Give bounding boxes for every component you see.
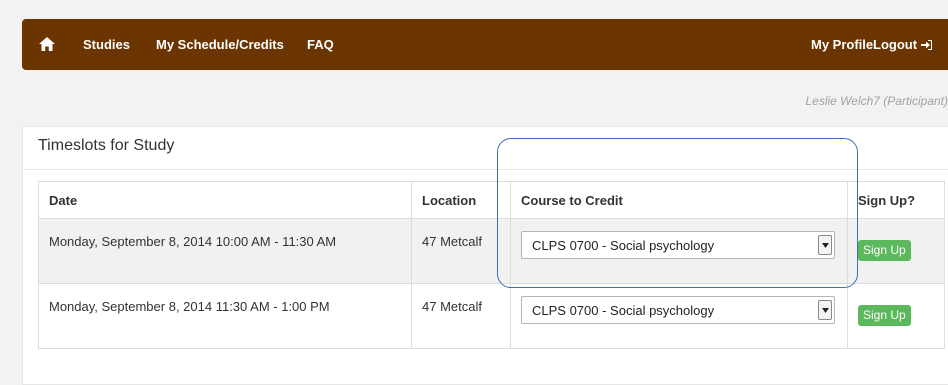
sign-up-button[interactable]: Sign Up [858, 240, 911, 261]
top-navbar: Studies My Schedule/Credits FAQ My Profi… [22, 19, 948, 70]
panel-title: Timeslots for Study [38, 137, 175, 154]
cell-date: Monday, September 8, 2014 10:00 AM - 11:… [38, 218, 412, 284]
cell-date: Monday, September 8, 2014 11:30 AM - 1:0… [38, 283, 412, 349]
sign-up-button[interactable]: Sign Up [858, 305, 911, 326]
nav-logout[interactable]: Logout [873, 19, 933, 70]
nav-studies[interactable]: Studies [83, 19, 130, 70]
course-select[interactable]: CLPS 0700 - Social psychology [521, 231, 835, 259]
course-select-value: CLPS 0700 - Social psychology [532, 303, 715, 318]
home-icon[interactable] [39, 37, 55, 51]
cell-location: 47 Metcalf [411, 218, 511, 284]
course-select-value: CLPS 0700 - Social psychology [532, 238, 715, 253]
logout-icon [921, 40, 933, 50]
nav-faq[interactable]: FAQ [307, 19, 334, 70]
header-location: Location [411, 181, 511, 219]
cell-location: 47 Metcalf [411, 283, 511, 349]
nav-my-profile[interactable]: My Profile [811, 19, 873, 70]
dropdown-arrow-icon[interactable] [818, 300, 832, 320]
dropdown-arrow-icon[interactable] [818, 235, 832, 255]
nav-schedule-credits[interactable]: My Schedule/Credits [156, 19, 284, 70]
course-select[interactable]: CLPS 0700 - Social psychology [521, 296, 835, 324]
logout-label: Logout [873, 37, 918, 52]
header-date: Date [38, 181, 412, 219]
table-row: Monday, September 8, 2014 11:30 AM - 1:0… [38, 283, 945, 349]
table-header-row: Date Location Course to Credit Sign Up? [38, 181, 945, 219]
timeslots-panel: Timeslots for Study Date Location Course… [22, 126, 948, 385]
timeslots-table: Date Location Course to Credit Sign Up? … [38, 181, 945, 349]
panel-divider [23, 169, 948, 170]
current-user: Leslie Welch7 (Participant) [805, 94, 948, 108]
header-course: Course to Credit [510, 181, 848, 219]
cell-course: CLPS 0700 - Social psychology [510, 218, 848, 284]
header-signup: Sign Up? [847, 181, 945, 219]
cell-signup: Sign Up [847, 218, 945, 284]
table-row: Monday, September 8, 2014 10:00 AM - 11:… [38, 218, 945, 284]
cell-signup: Sign Up [847, 283, 945, 349]
cell-course: CLPS 0700 - Social psychology [510, 283, 848, 349]
